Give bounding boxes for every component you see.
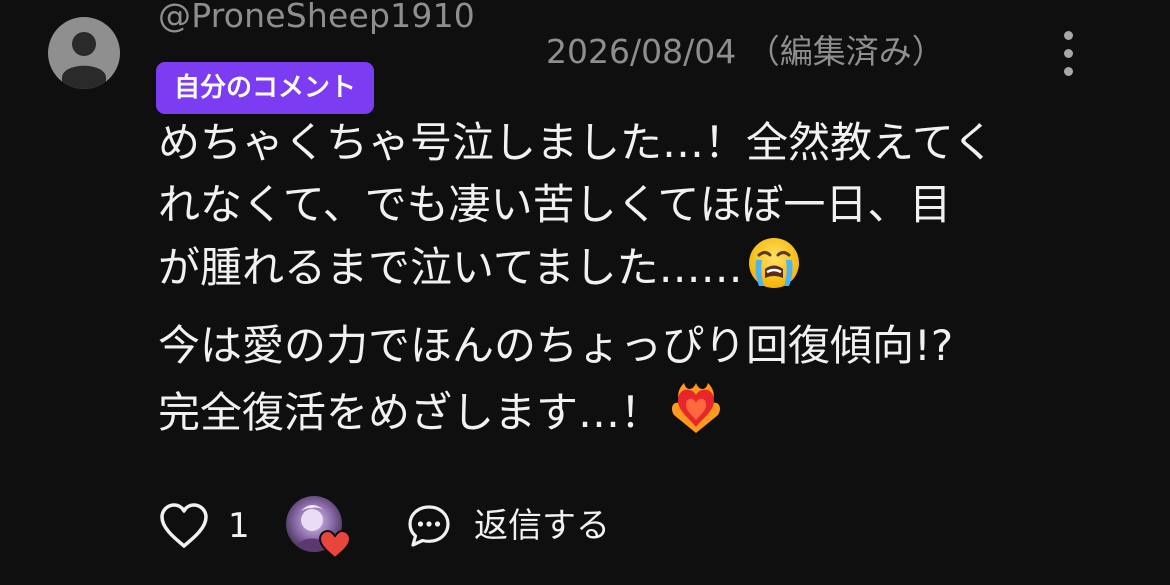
three-dots-vertical-icon (1063, 30, 1073, 40)
heart-outline-icon (160, 503, 208, 548)
comment-author[interactable]: @ProneSheep1910 (158, 0, 475, 42)
comment-line: めちゃくちゃ号泣しました…！全然教えてく (158, 118, 995, 167)
like-count: 1 (228, 506, 250, 546)
comment-paragraph-2: 今は愛の力でほんのちょっぴり回復傾向!? 完全復活をめざします…！ (158, 315, 1148, 452)
creator-heart-badge-icon (318, 529, 352, 560)
reply-label: 返信する (474, 506, 610, 546)
comment-line: 今は愛の力でほんのちょっぴり回復傾向!? (158, 321, 954, 370)
own-comment-badge: 自分のコメント (156, 62, 375, 114)
chat-bubble-icon (408, 505, 450, 547)
comment-paragraph-1: めちゃくちゃ号泣しました…！全然教えてく れなくて、でも凄い苦しくてほぼ一日、目… (158, 112, 1148, 307)
avatar[interactable] (48, 17, 120, 89)
like-button[interactable] (158, 502, 210, 550)
comment-actions: 1 返信する (158, 496, 1138, 560)
more-options-button[interactable] (1048, 20, 1088, 86)
creator-heart (286, 496, 356, 562)
comment-line: れなくて、でも凄い苦しくてほぼ一日、目 (158, 180, 952, 229)
comment-line: 完全復活をめざします…！ (158, 388, 663, 437)
heart-on-fire-icon (666, 377, 726, 452)
reply-button[interactable]: 返信する (406, 496, 610, 556)
loudly-crying-face-icon (747, 236, 801, 307)
default-user-avatar-icon (62, 32, 106, 89)
comment-date: 2026/08/04 （編集済み） (546, 32, 945, 71)
comment-text: めちゃくちゃ号泣しました…！全然教えてく れなくて、でも凄い苦しくてほぼ一日、目… (158, 112, 1148, 452)
comment-line: が腫れるまで泣いてました…… (158, 243, 743, 292)
